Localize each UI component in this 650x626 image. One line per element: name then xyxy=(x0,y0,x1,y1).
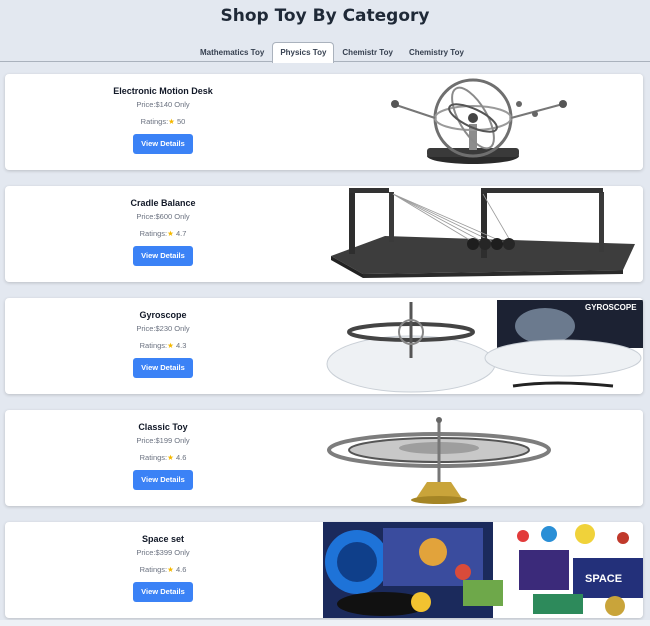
ratings-label: Ratings: xyxy=(140,117,169,126)
product-rating: Ratings:★ 4.6 xyxy=(113,565,213,574)
product-price: Price:$230 Only xyxy=(136,324,190,333)
tab-chemistr-toy[interactable]: Chemistr Toy xyxy=(334,42,401,62)
view-details-button[interactable]: View Details xyxy=(133,582,193,602)
rating-value: 50 xyxy=(177,117,186,126)
space-set-image: SPACE xyxy=(323,522,643,618)
product-price: Price:$399 Only xyxy=(136,548,190,557)
product-rating: Ratings:★ 50 xyxy=(113,117,213,126)
tab-chemistry-toy[interactable]: Chemistry Toy xyxy=(401,42,472,62)
product-price: Price:$199 Only xyxy=(136,436,190,445)
product-price: Price:$600 Only xyxy=(136,212,190,221)
product-card: Electronic Motion Desk Price:$140 Only R… xyxy=(5,74,643,170)
view-details-button[interactable]: View Details xyxy=(133,358,193,378)
product-name: Classic Toy xyxy=(138,422,188,432)
product-card: Gyroscope Price:$230 Only Ratings:★ 4.3 … xyxy=(5,298,643,394)
star-icon: ★ xyxy=(168,117,175,126)
ratings-label: Ratings: xyxy=(139,565,168,574)
gyroscope-image: GYROSCOPE xyxy=(323,298,643,394)
kinetic-desk-toy-image xyxy=(323,74,643,170)
ratings-label: Ratings: xyxy=(139,229,168,238)
spinning-top-image xyxy=(323,410,643,506)
product-card: Cradle Balance Price:$600 Only Ratings:★… xyxy=(5,186,643,282)
page-bottom-edge xyxy=(0,620,650,626)
tab-mathematics-toy[interactable]: Mathematics Toy xyxy=(192,42,272,62)
box-title-text: SPACE xyxy=(585,573,622,585)
tab-physics-toy[interactable]: Physics Toy xyxy=(272,42,335,63)
newtons-cradle-image xyxy=(323,186,643,282)
product-name: Cradle Balance xyxy=(130,198,196,208)
product-card: Space set Price:$399 Only Ratings:★ 4.6 … xyxy=(5,522,643,618)
ratings-label: Ratings: xyxy=(139,453,168,462)
rating-value: 4.6 xyxy=(175,453,187,462)
product-rating: Ratings:★ 4.7 xyxy=(113,229,213,238)
view-details-button[interactable]: View Details xyxy=(133,246,193,266)
ratings-label: Ratings: xyxy=(139,341,168,350)
product-card: Classic Toy Price:$199 Only Ratings:★ 4.… xyxy=(5,410,643,506)
rating-value: 4.7 xyxy=(175,229,187,238)
product-rating: Ratings:★ 4.6 xyxy=(113,453,213,462)
star-icon: ★ xyxy=(167,453,174,462)
category-tabs: Mathematics Toy Physics Toy Chemistr Toy… xyxy=(0,42,650,63)
page-title: Shop Toy By Category xyxy=(220,6,430,26)
rating-value: 4.3 xyxy=(175,341,187,350)
product-rating: Ratings:★ 4.3 xyxy=(113,341,213,350)
product-name: Electronic Motion Desk xyxy=(113,86,213,96)
product-price: Price:$140 Only xyxy=(136,100,190,109)
view-details-button[interactable]: View Details xyxy=(133,470,193,490)
star-icon: ★ xyxy=(167,229,174,238)
product-name: Space set xyxy=(141,534,185,544)
box-brand-text: GYROSCOPE xyxy=(585,303,637,312)
view-details-button[interactable]: View Details xyxy=(133,134,193,154)
star-icon: ★ xyxy=(167,341,174,350)
product-name: Gyroscope xyxy=(139,310,187,320)
star-icon: ★ xyxy=(167,565,174,574)
rating-value: 4.6 xyxy=(175,565,187,574)
